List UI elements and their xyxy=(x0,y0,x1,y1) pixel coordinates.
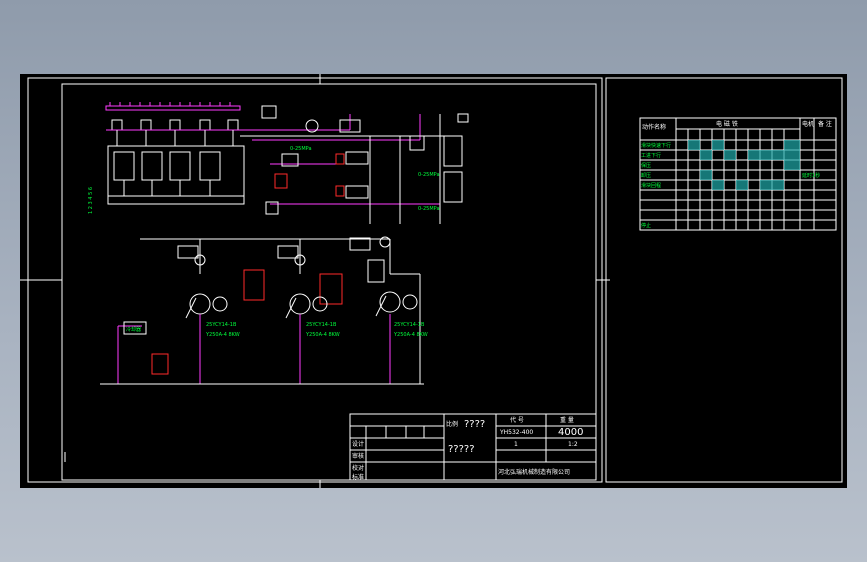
left-vertical-label: 1 2 3 4 5 6 xyxy=(88,187,94,214)
table-header-action: 动作名称 xyxy=(642,123,666,131)
svg-text:滑块快速下行: 滑块快速下行 xyxy=(641,142,671,149)
svg-text:滑块回程: 滑块回程 xyxy=(641,182,661,189)
pump-label-3: 25YCY14-1B xyxy=(394,322,425,328)
middle-valves xyxy=(177,236,391,305)
title-block-rows: 设计 审核 校对 标准 xyxy=(352,440,364,481)
svg-text:卸压: 卸压 xyxy=(641,172,651,179)
table-header-pressure: 电机 xyxy=(802,120,814,128)
cooler-valve xyxy=(151,353,169,375)
cylinder-bank xyxy=(107,145,245,205)
svg-text:Y250A-4 8KW: Y250A-4 8KW xyxy=(205,332,240,338)
pump-label-1: 25YCY14-1B xyxy=(206,322,237,328)
center-valves xyxy=(261,105,469,215)
drawing-code: YH532-400 xyxy=(499,429,533,436)
table-header-note: 备 注 xyxy=(818,120,832,128)
weight-header: 重 量 xyxy=(560,416,574,424)
svg-text:保压: 保压 xyxy=(641,162,651,169)
svg-text:校对: 校对 xyxy=(352,464,364,472)
sheet-label: 1 xyxy=(514,441,518,448)
svg-text:0-25MPa: 0-25MPa xyxy=(290,146,312,152)
hydraulic-schematic: 1 2 3 4 5 6 0-25MPa 0-25MPa 0-25MPa 25YC… xyxy=(20,74,843,488)
svg-text:标准: 标准 xyxy=(352,473,364,481)
svg-text:冷却器: 冷却器 xyxy=(126,326,141,333)
table-row-labels: 滑块快速下行 工进下行 保压 卸压 滑块回程 停止 xyxy=(641,142,671,229)
table-header-group: 电 磁 铁 xyxy=(716,120,738,128)
svg-text:设计: 设计 xyxy=(352,440,364,448)
ratio-label: 1:2 xyxy=(568,441,578,448)
pump-label-2: 25YCY14-1B xyxy=(306,322,337,328)
pump-group xyxy=(185,291,418,319)
svg-text:停止: 停止 xyxy=(641,222,651,229)
top-manifold xyxy=(105,105,241,111)
svg-text:审核: 审核 xyxy=(352,452,364,460)
cad-viewport[interactable]: 1 2 3 4 5 6 0-25MPa 0-25MPa 0-25MPa 25YC… xyxy=(20,74,847,488)
code-header: 代 号 xyxy=(510,416,524,424)
weight-value: 4000 xyxy=(558,427,583,438)
top-valve-row xyxy=(106,119,252,146)
svg-text:Y250A-4 8KW: Y250A-4 8KW xyxy=(393,332,428,338)
svg-text:工进下行: 工进下行 xyxy=(641,152,661,159)
drawing-name: ???? xyxy=(464,419,485,430)
table-note: 延时1秒 xyxy=(802,172,820,179)
pressure-label-2: 0-25MPa xyxy=(418,206,440,212)
company-name: 河北弘瑞机械制造有限公司 xyxy=(498,468,570,476)
pressure-label-1: 0-25MPa xyxy=(418,172,440,178)
scale-prefix: 比例 xyxy=(446,420,458,428)
subtitle: ????? xyxy=(448,444,475,455)
svg-text:Y250A-4 8KW: Y250A-4 8KW xyxy=(305,332,340,338)
